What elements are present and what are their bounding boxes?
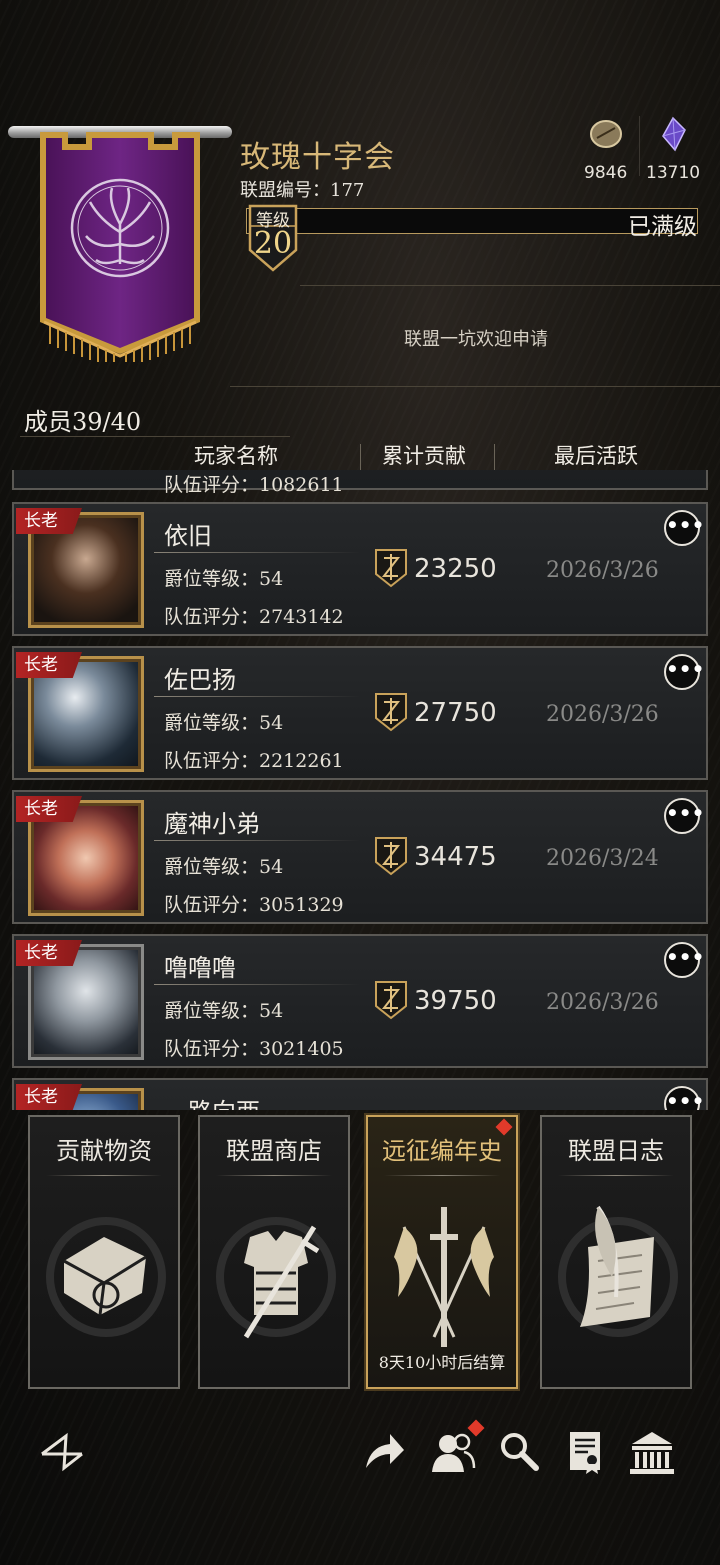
noble-level: 爵位等级：54: [164, 568, 284, 590]
rank-badge: 长老: [16, 508, 82, 534]
search-icon[interactable]: [496, 1428, 544, 1476]
card-divider: [216, 1175, 332, 1176]
contribution-value: 34475: [414, 842, 497, 872]
card-title: 联盟商店: [226, 1137, 322, 1165]
members-icon[interactable]: [428, 1428, 476, 1476]
header-divider: [494, 444, 495, 470]
card-alliance-log[interactable]: 联盟日志: [540, 1115, 692, 1389]
supplies-icon: [46, 1217, 166, 1337]
alliance-number: 联盟编号：177: [240, 180, 365, 201]
more-options-button[interactable]: •••: [664, 942, 704, 978]
contribution-icon: [375, 693, 407, 732]
coin-icon: [589, 120, 622, 148]
rank-badge: 长老: [16, 652, 82, 678]
more-options-button[interactable]: •••: [664, 798, 704, 834]
more-options-button[interactable]: •••: [664, 654, 704, 690]
name-underline: [154, 840, 360, 841]
member-count: 成员39/40: [24, 408, 142, 436]
card-contribute-supplies[interactable]: 贡献物资: [28, 1115, 180, 1389]
header-last-active[interactable]: 最后活跃: [554, 440, 638, 470]
member-row-partial[interactable]: 队伍评分：1082611: [12, 470, 708, 496]
crystal-value: 13710: [646, 163, 701, 183]
resource-divider: [639, 116, 640, 176]
alliance-banner[interactable]: [40, 132, 200, 362]
certificate-icon[interactable]: [562, 1428, 610, 1476]
header-player-name[interactable]: 玩家名称: [194, 440, 278, 470]
level-shield: 等级 20: [248, 204, 298, 272]
level-number: 20: [253, 226, 293, 261]
more-options-button[interactable]: •••: [664, 510, 704, 546]
member-row[interactable]: 长老 一路向西 •••: [12, 1078, 708, 1110]
member-name: 噜噜噜: [164, 954, 236, 982]
rank-badge: 长老: [16, 1084, 82, 1110]
last-active-date: 2026/3/26: [546, 558, 659, 583]
card-title: 远征编年史: [382, 1137, 502, 1165]
noble-level: 爵位等级：54: [164, 1000, 284, 1022]
name-underline: [154, 696, 360, 697]
member-row[interactable]: 长老 佐巴扬 爵位等级：54 队伍评分：2212261 27750 2026/3…: [12, 646, 708, 780]
team-score: 队伍评分：1082611: [164, 474, 344, 496]
divider: [300, 285, 720, 286]
last-active-date: 2026/3/24: [546, 846, 659, 871]
contribution-icon: [375, 549, 407, 588]
name-underline: [154, 552, 360, 553]
divider: [20, 436, 290, 437]
card-expedition-chronicle[interactable]: 远征编年史 8天10小时后结算: [366, 1115, 518, 1389]
crystal-icon: [662, 116, 686, 152]
card-title: 联盟日志: [568, 1137, 664, 1165]
member-name: 佐巴扬: [164, 666, 236, 694]
noble-level: 爵位等级：54: [164, 712, 284, 734]
contribution-value: 27750: [414, 698, 497, 728]
rank-badge: 长老: [16, 940, 82, 966]
member-list[interactable]: 队伍评分：1082611 长老 依旧 爵位等级：54 队伍评分：2743142 …: [0, 470, 720, 1110]
crystal-resource[interactable]: 13710: [646, 116, 700, 183]
coin-resource[interactable]: 9846: [584, 116, 627, 183]
more-options-button[interactable]: •••: [664, 1086, 704, 1110]
card-alliance-shop[interactable]: 联盟商店: [198, 1115, 350, 1389]
team-score: 队伍评分：3021405: [164, 1038, 344, 1060]
coin-value: 9846: [584, 163, 628, 183]
team-score: 队伍评分：2212261: [164, 750, 344, 772]
rank-badge: 长老: [16, 796, 82, 822]
armor-icon: [216, 1217, 336, 1339]
alliance-motto: 联盟一坑欢迎申请: [404, 329, 548, 350]
share-icon[interactable]: [360, 1428, 408, 1476]
crossed-swords-flags-icon: [394, 1207, 494, 1347]
card-divider: [384, 1175, 500, 1176]
team-score: 队伍评分：2743142: [164, 606, 344, 628]
scroll-quill-icon: [558, 1205, 678, 1337]
card-divider: [558, 1175, 674, 1176]
contribution-icon: [375, 837, 407, 876]
contribution-value: 23250: [414, 554, 497, 584]
noble-level: 爵位等级：54: [164, 856, 284, 878]
back-icon[interactable]: [38, 1428, 86, 1476]
alliance-name: 玫瑰十字会: [240, 140, 395, 175]
member-name: 依旧: [164, 522, 212, 550]
level-progress-bar: 已满级: [246, 208, 698, 240]
level-status: 已满级: [628, 214, 697, 240]
member-row[interactable]: 长老 依旧 爵位等级：54 队伍评分：2743142 23250 2026/3/…: [12, 502, 708, 636]
contribution-value: 39750: [414, 986, 497, 1016]
last-active-date: 2026/3/26: [546, 990, 659, 1015]
divider: [230, 386, 720, 387]
name-underline: [154, 984, 360, 985]
member-row[interactable]: 长老 噜噜噜 爵位等级：54 队伍评分：3021405 39750 2026/3…: [12, 934, 708, 1068]
card-divider: [46, 1175, 162, 1176]
member-name: 一路向西: [164, 1092, 260, 1110]
alliance-hall-icon[interactable]: [628, 1428, 676, 1476]
last-active-date: 2026/3/26: [546, 702, 659, 727]
card-title: 贡献物资: [56, 1137, 152, 1165]
team-score: 队伍评分：3051329: [164, 894, 344, 916]
member-row[interactable]: 长老 魔神小弟 爵位等级：54 队伍评分：3051329 34475 2026/…: [12, 790, 708, 924]
settlement-timer: 8天10小时后结算: [378, 1353, 506, 1372]
header-divider: [360, 444, 361, 470]
contribution-icon: [375, 981, 407, 1020]
member-name: 魔神小弟: [164, 810, 260, 838]
header-contribution[interactable]: 累计贡献: [382, 440, 466, 470]
